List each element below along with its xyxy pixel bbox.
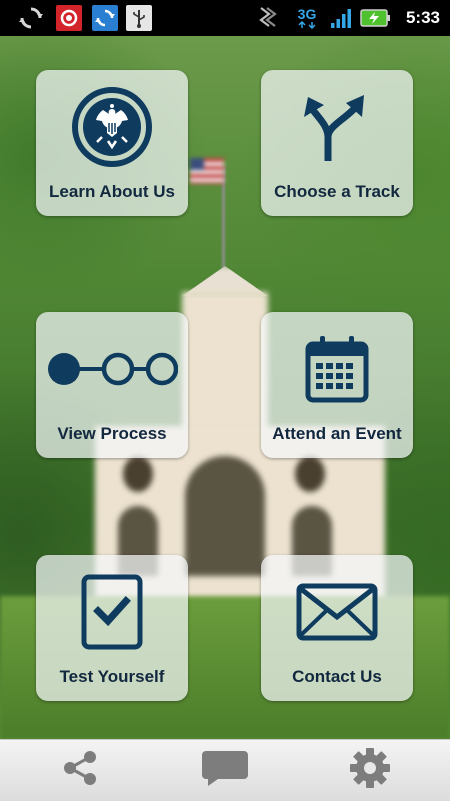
update-icon — [92, 5, 118, 31]
bottom-action-bar — [0, 739, 450, 801]
tile-label: Learn About Us — [49, 182, 175, 201]
battery-charging-icon — [360, 5, 392, 31]
3g-icon: 3G — [292, 5, 322, 31]
share-button[interactable] — [40, 740, 120, 801]
share-icon — [60, 750, 100, 791]
tile-label: View Process — [57, 424, 167, 443]
seal-icon — [36, 84, 188, 170]
signal-bars-icon — [328, 5, 354, 31]
split-arrow-icon — [261, 84, 413, 170]
wifi-signal-icon — [256, 5, 282, 31]
settings-button[interactable] — [330, 740, 410, 801]
checklist-icon — [36, 569, 188, 655]
envelope-icon — [261, 569, 413, 655]
clock: 5:33 — [405, 8, 440, 27]
tile-label: Contact Us — [292, 667, 382, 686]
tile-attend-an-event[interactable]: Attend an Event — [261, 312, 413, 458]
tile-view-process[interactable]: View Process — [36, 312, 188, 458]
calendar-icon — [261, 326, 413, 412]
tile-label: Attend an Event — [272, 424, 402, 443]
sync-icon — [18, 5, 44, 31]
tile-label: Choose a Track — [274, 182, 400, 201]
status-bar: 3G 5:33 — [0, 0, 450, 36]
tile-test-yourself[interactable]: Test Yourself — [36, 555, 188, 701]
process-steps-icon — [36, 326, 188, 412]
usb-icon — [126, 5, 152, 31]
chat-icon — [200, 748, 250, 793]
email-icon — [56, 5, 82, 31]
chat-button[interactable] — [185, 740, 265, 801]
settings-gear-icon — [348, 746, 392, 795]
tile-choose-a-track[interactable]: Choose a Track — [261, 70, 413, 216]
tile-learn-about-us[interactable]: Learn About Us — [36, 70, 188, 216]
tile-contact-us[interactable]: Contact Us — [261, 555, 413, 701]
tile-label: Test Yourself — [59, 667, 165, 686]
